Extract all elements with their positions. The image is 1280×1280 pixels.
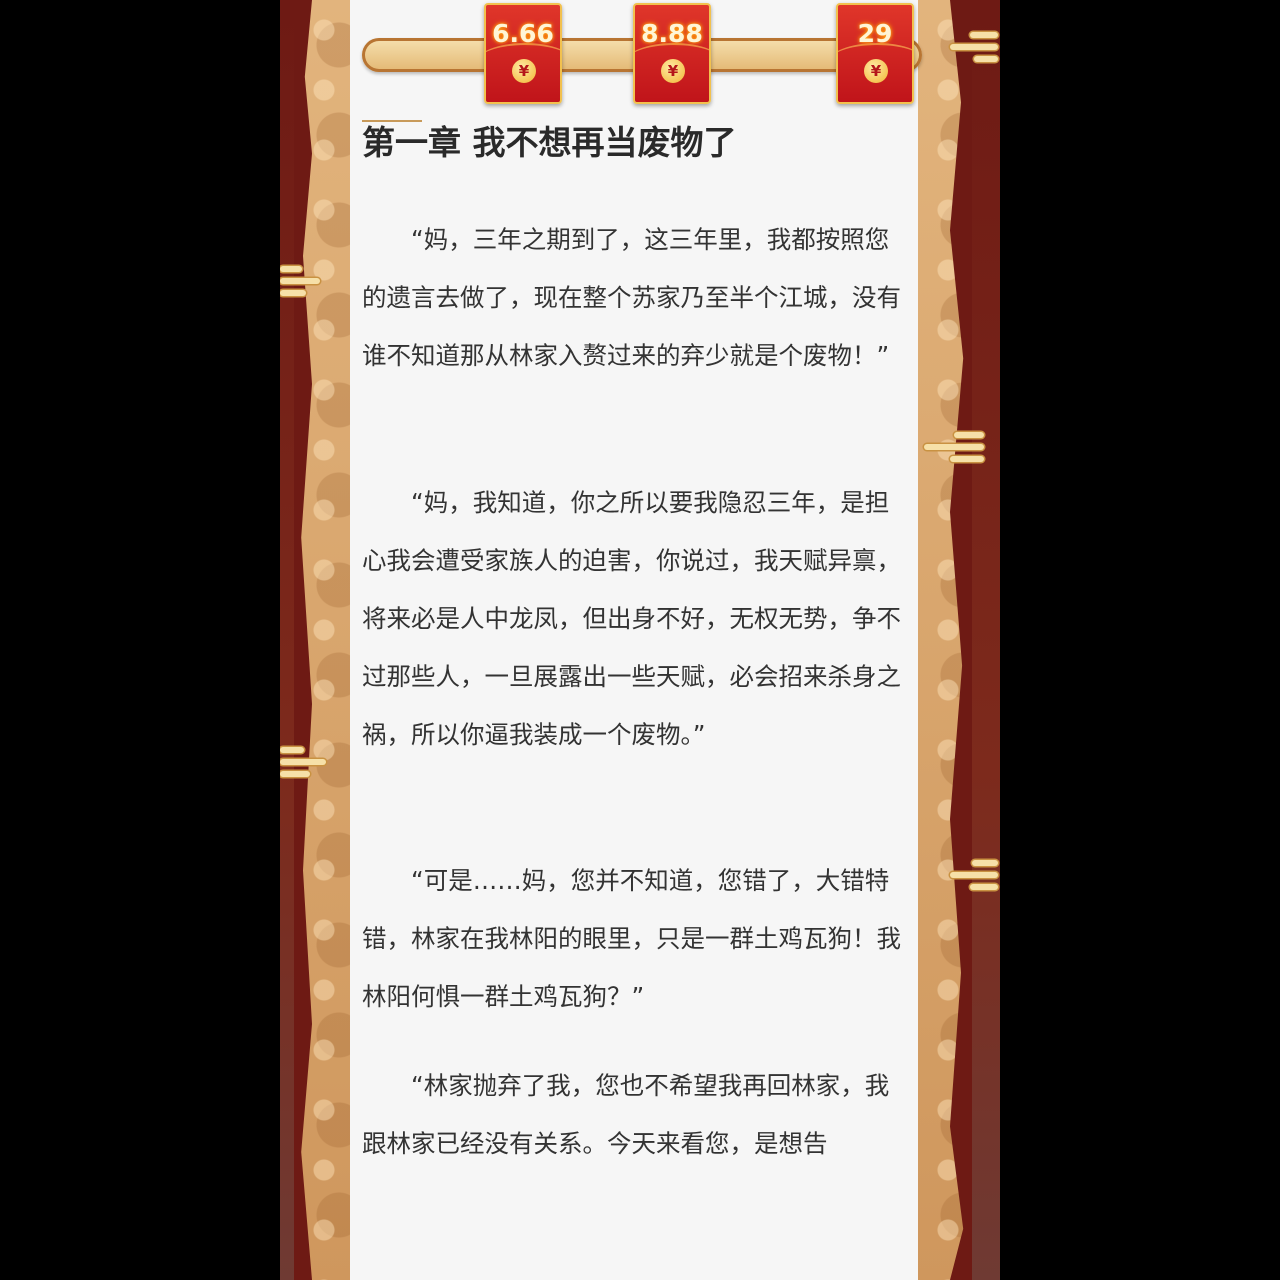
chapter-title: 第一章 我不想再当废物了 xyxy=(362,123,737,162)
reward-amount: 6.66 xyxy=(492,19,554,48)
cloud-ornament-icon xyxy=(280,745,328,779)
cloud-ornament-icon xyxy=(950,30,998,64)
right-red-border xyxy=(972,0,1000,1280)
cloud-ornament-icon xyxy=(924,430,984,464)
reward-amount: 29 xyxy=(857,19,893,48)
cloud-ornament-icon xyxy=(950,858,998,892)
yuan-coin-icon: ¥ xyxy=(512,59,536,83)
red-envelope-reward-3[interactable]: 29 ¥ xyxy=(836,3,914,104)
yuan-coin-icon: ¥ xyxy=(661,59,685,83)
reward-amount: 8.88 xyxy=(641,19,703,48)
reader-screen: 6.66 ¥ 8.88 ¥ 29 ¥ 第一章 我不想再当废物了 “妈，三年之期到… xyxy=(280,0,1000,1280)
red-envelope-reward-2[interactable]: 8.88 ¥ xyxy=(633,3,711,104)
cloud-ornament-icon xyxy=(280,262,328,296)
story-paragraph: “妈，我知道，你之所以要我隐忍三年，是担心我会遭受家族人的迫害，你说过，我天赋异… xyxy=(362,488,901,749)
story-paragraph: “林家抛弃了我，您也不希望我再回林家，我跟林家已经没有关系。今天来看您，是想告 xyxy=(362,1071,890,1158)
story-paragraph: “妈，三年之期到了，这三年里，我都按照您的遗言去做了，现在整个苏家乃至半个江城，… xyxy=(362,225,901,370)
story-paragraph: “可是……妈，您并不知道，您错了，大错特错，林家在我林阳的眼里，只是一群土鸡瓦狗… xyxy=(362,866,901,1011)
yuan-coin-icon: ¥ xyxy=(864,59,888,83)
red-envelope-reward-1[interactable]: 6.66 ¥ xyxy=(484,3,562,104)
